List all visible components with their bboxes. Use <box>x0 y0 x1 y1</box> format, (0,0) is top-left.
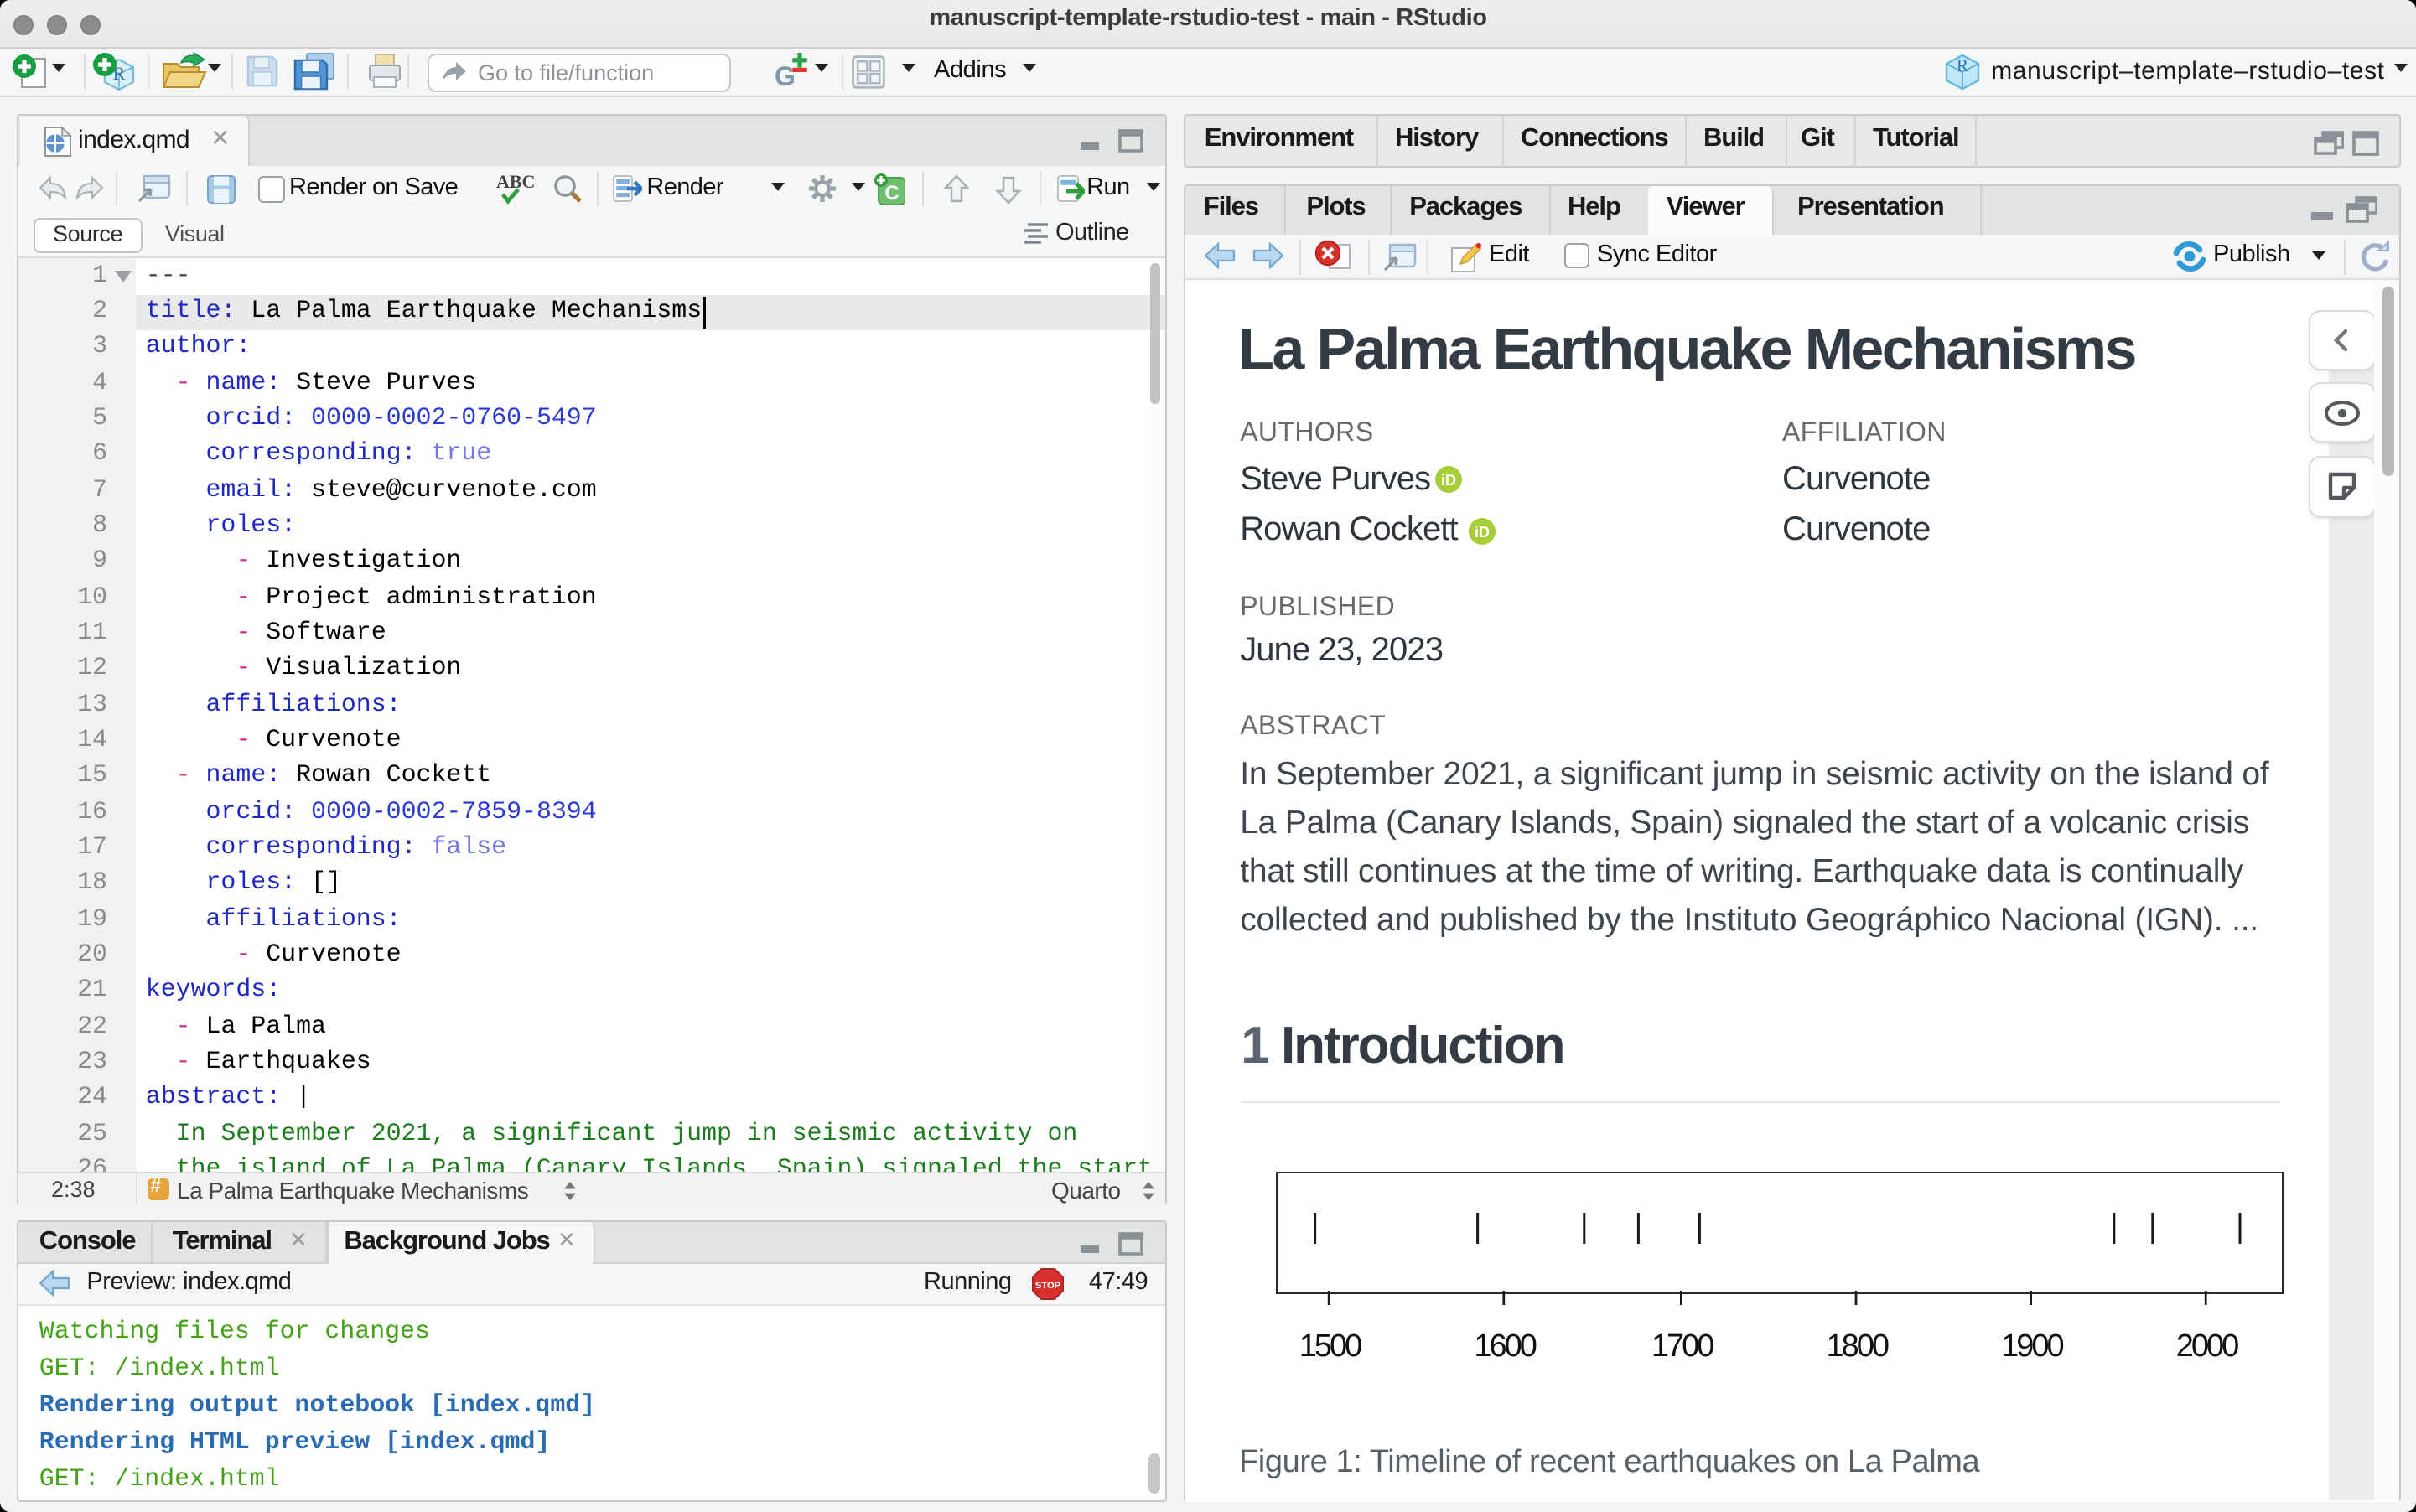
svg-text:iD: iD <box>1475 523 1490 540</box>
svg-text:ABC: ABC <box>495 171 534 192</box>
svg-text:STOP: STOP <box>1034 1280 1060 1290</box>
svg-text:G: G <box>775 61 796 89</box>
svg-text:R: R <box>1957 54 1968 75</box>
svg-text:iD: iD <box>1441 472 1456 489</box>
svg-text:C: C <box>885 182 900 205</box>
